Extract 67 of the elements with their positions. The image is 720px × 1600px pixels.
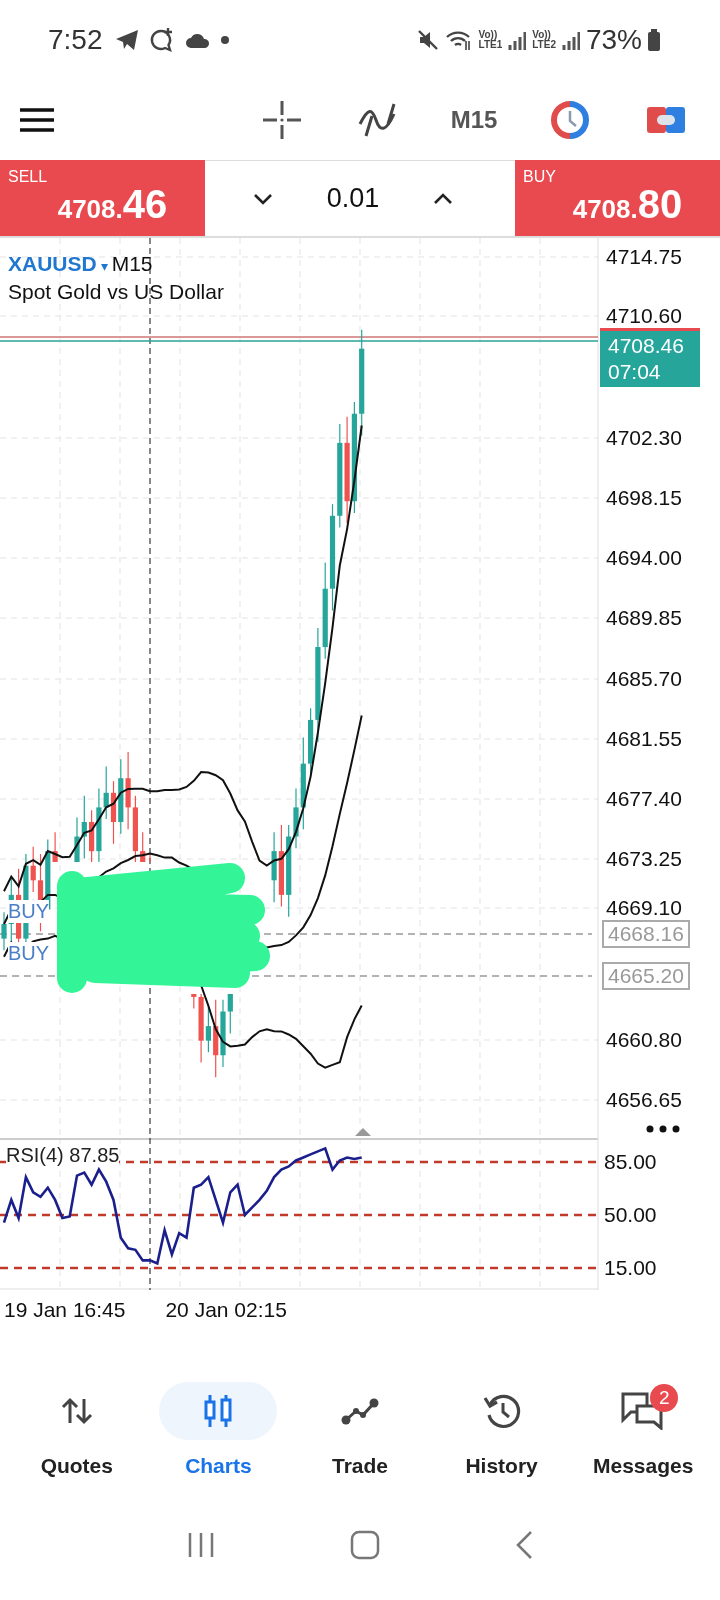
time-axis-label: 19 Jan 16:45	[4, 1298, 126, 1322]
rsi-axis-label: 50.00	[604, 1203, 657, 1227]
price-axis-label: 4694.00	[606, 546, 682, 570]
collapse-handle-icon[interactable]	[355, 1128, 371, 1136]
price-axis-label: 4714.75	[606, 245, 682, 269]
rsi-axis-label: 15.00	[604, 1256, 657, 1280]
cloud-icon	[184, 31, 211, 49]
unread-badge: 2	[650, 1384, 679, 1412]
battery-icon	[648, 29, 660, 51]
trend-line-icon	[341, 1397, 379, 1425]
order-label: BUY	[8, 900, 50, 923]
price-axis-label: 4698.15	[606, 486, 682, 510]
symbol-description: Spot Gold vs US Dollar	[8, 280, 224, 304]
battery-percent: 73%	[585, 24, 642, 56]
nav-tab[interactable]: Trade	[295, 1370, 425, 1490]
price-axis-label: 4669.10	[606, 896, 682, 920]
chat-bubble-icon	[148, 27, 175, 53]
timeframe-button[interactable]: M15	[450, 106, 498, 134]
price-axis-label: 4677.40	[606, 787, 682, 811]
rsi-label: RSI(4) 87.85	[6, 1144, 120, 1167]
nav-tab[interactable]: 2 Messages	[578, 1370, 709, 1490]
current-price-tag: 4708.46 07:04	[600, 328, 700, 387]
dot-icon	[220, 36, 229, 44]
dropdown-icon[interactable]: ▾	[100, 258, 108, 274]
order-price-tag: 4665.20	[602, 962, 690, 990]
price-axis-label: 4673.25	[606, 847, 682, 871]
sim-label: Vo)) LTE2	[532, 30, 556, 50]
price-axis-label: 4681.55	[606, 727, 682, 751]
back-icon[interactable]	[514, 1530, 533, 1560]
chevron-up-icon[interactable]	[433, 192, 453, 205]
up-down-arrows-icon	[60, 1397, 93, 1425]
chart-timeframe: M15	[111, 252, 153, 276]
symbol-selector[interactable]: XAUUSD	[8, 252, 97, 276]
nav-tab[interactable]: Quotes	[11, 1370, 142, 1490]
sim-label: Vo)) LTE1	[478, 30, 503, 50]
rsi-axis-label: 85.00	[604, 1150, 657, 1174]
nav-tab[interactable]: Charts	[153, 1370, 284, 1490]
candles-icon	[202, 1393, 235, 1429]
buy-button[interactable]: BUY 4708.80	[515, 160, 720, 236]
clock-time: 7:52	[48, 24, 103, 56]
price-axis-label: 4710.60	[606, 304, 682, 328]
sell-button[interactable]: SELL 4708.46	[0, 160, 205, 236]
history-icon	[482, 1393, 521, 1429]
paper-plane-icon	[114, 29, 139, 51]
price-axis-label: 4702.30	[606, 426, 682, 450]
wifi-icon	[444, 29, 473, 51]
recent-apps-icon[interactable]	[187, 1532, 216, 1558]
indicator-curve-icon[interactable]	[358, 102, 398, 138]
menu-icon[interactable]	[20, 108, 54, 132]
candle	[140, 831, 146, 863]
more-icon[interactable]	[646, 1125, 680, 1133]
chevron-down-icon[interactable]	[253, 192, 273, 205]
signal-icon	[508, 29, 527, 51]
time-axis-label: 20 Jan 02:15	[165, 1298, 287, 1322]
price-axis-label: 4685.70	[606, 667, 682, 691]
mute-icon	[416, 29, 439, 51]
clock-icon[interactable]	[551, 101, 589, 139]
price-axis-label: 4689.85	[606, 606, 682, 630]
order-price-tag: 4668.16	[602, 920, 690, 948]
nav-tab[interactable]: History	[436, 1370, 567, 1490]
signal-icon	[561, 29, 580, 51]
price-axis-label: 4660.80	[606, 1028, 682, 1052]
crosshair-icon[interactable]	[263, 101, 301, 139]
home-icon[interactable]	[350, 1530, 380, 1560]
price-axis-label: 4656.65	[606, 1088, 682, 1112]
toggle-icon[interactable]	[647, 105, 685, 135]
volume-field[interactable]: 0.01	[326, 183, 380, 214]
